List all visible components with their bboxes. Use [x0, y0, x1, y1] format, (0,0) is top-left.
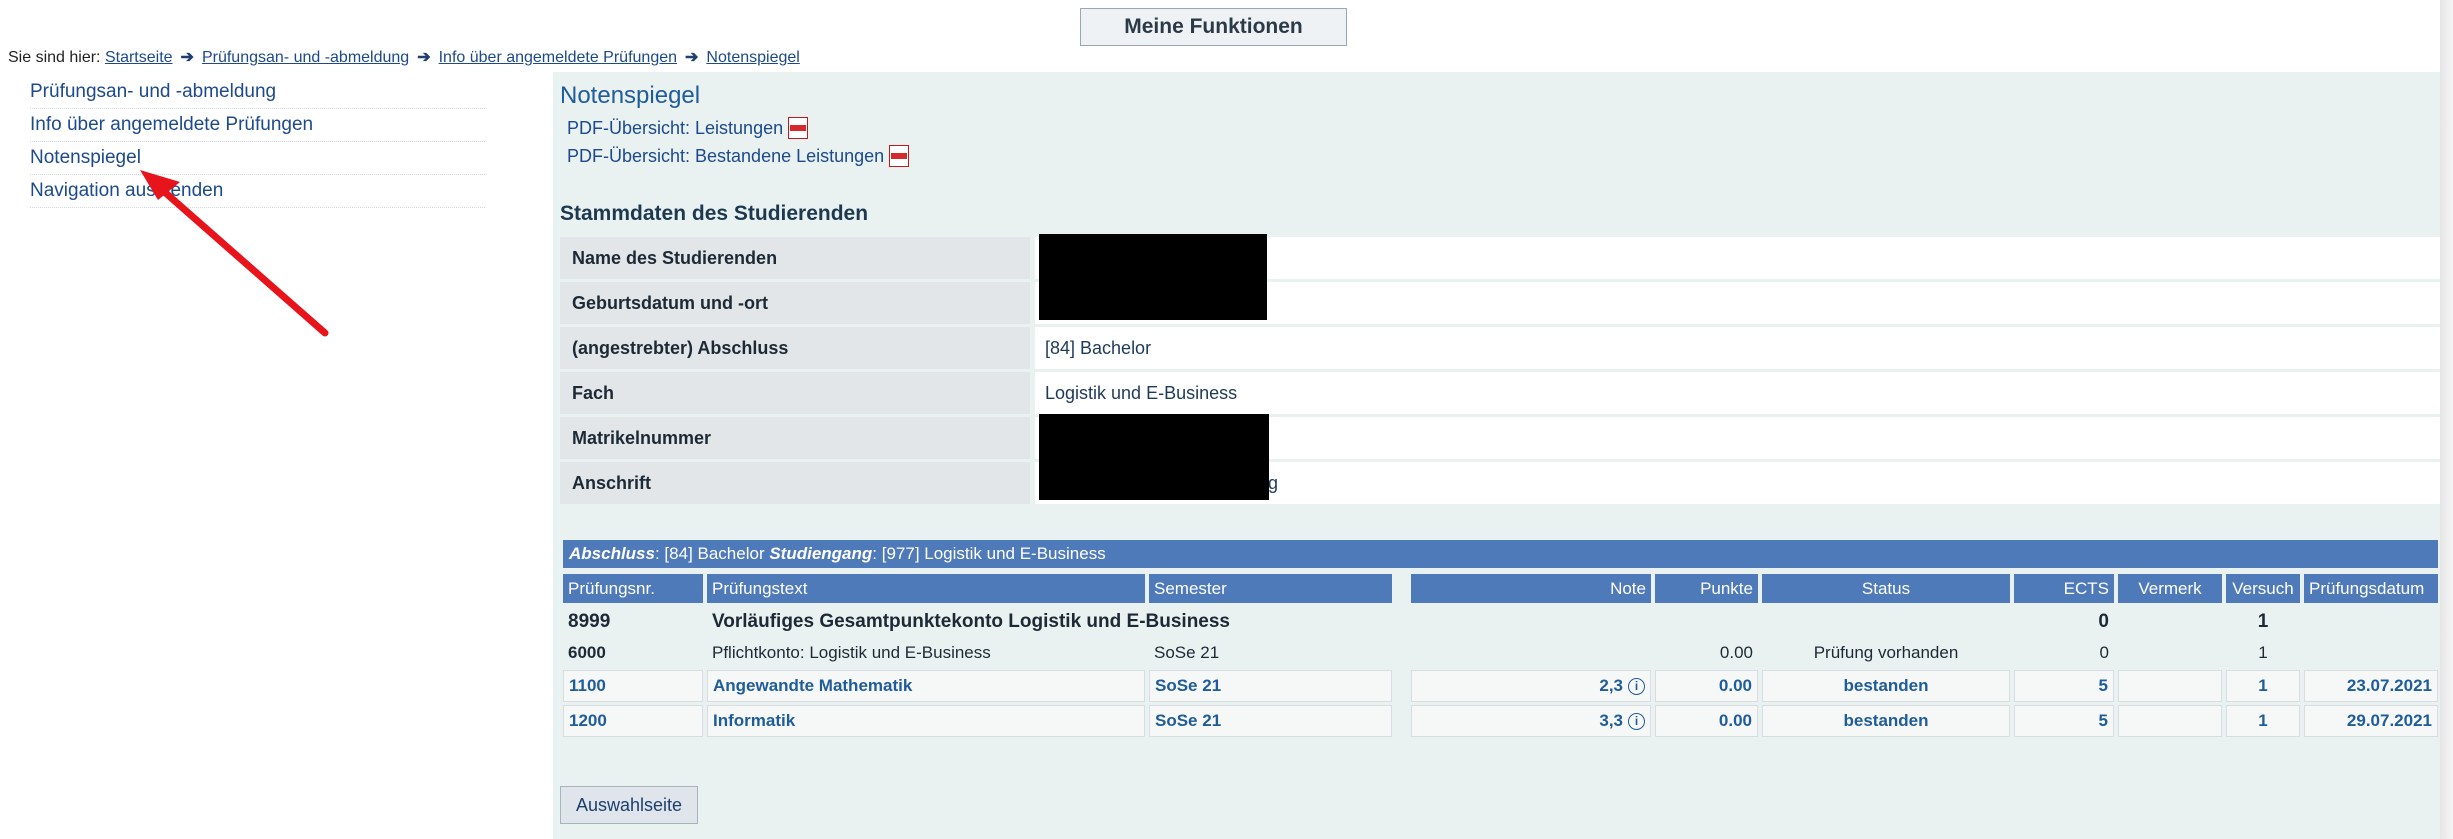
info-icon[interactable]: i: [1628, 713, 1645, 731]
student-data-row: Fach Logistik und E-Business: [560, 372, 2440, 416]
student-data-row: Geburtsdatum und -ort: [560, 282, 2440, 326]
column-header-text[interactable]: Prüfungstext: [707, 574, 1145, 603]
cell-ects: 0: [2098, 611, 2109, 632]
arrow-right-icon: ➔: [180, 49, 194, 66]
redaction-block: [1039, 234, 1267, 320]
window-edge: [2440, 0, 2453, 839]
selection-page-button[interactable]: Auswahlseite: [560, 786, 698, 824]
sidebar: Prüfungsan- und -abmeldung Info über ang…: [0, 72, 550, 839]
cell-ects: 5: [2014, 705, 2114, 737]
cell-punkte: 0.00: [1655, 705, 1758, 737]
cell-punkte: 0.00: [1719, 643, 1753, 662]
info-icon[interactable]: i: [1628, 678, 1645, 696]
cell-datum: 29.07.2021: [2304, 705, 2438, 737]
column-header-ects[interactable]: ECTS: [2014, 574, 2114, 603]
cell-ects: 0: [2099, 643, 2109, 662]
column-header-vermerk[interactable]: Vermerk: [2118, 574, 2222, 603]
cell-nr: 1100: [563, 670, 703, 702]
cell-status: bestanden: [1762, 705, 2010, 737]
column-header-nr[interactable]: Prüfungsnr.: [563, 574, 703, 603]
results-header: Abschluss: [84] Bachelor Studiengang: [9…: [563, 540, 2438, 568]
row-label: Name des Studierenden: [560, 237, 1030, 279]
pdf-link-label: PDF-Übersicht: Leistungen: [567, 117, 784, 138]
row-value: [84] Bachelor: [1035, 327, 2440, 369]
section-title: Stammdaten des Studierenden: [560, 202, 869, 225]
student-data-row: Name des Studierenden: [560, 237, 2440, 281]
my-functions-button[interactable]: Meine Funktionen: [1080, 8, 1347, 46]
abschluss-value: : [84] Bachelor: [654, 544, 770, 563]
cell-nr: 1200: [563, 705, 703, 737]
grade-value: 2,3: [1599, 676, 1623, 695]
cell-text: Vorläufiges Gesamtpunktekonto Logistik u…: [712, 611, 1231, 632]
breadcrumb: Sie sind hier: Startseite ➔ Prüfungsan- un…: [8, 47, 800, 67]
studiengang-value: : [977] Logistik und E-Business: [872, 544, 1106, 563]
abschluss-label: Abschluss: [569, 544, 655, 563]
cell-vermerk: [2118, 705, 2222, 737]
cell-status: bestanden: [1762, 670, 2010, 702]
pdf-link-label: PDF-Übersicht: Bestandene Leistungen: [567, 145, 885, 166]
pdf-icon: [788, 117, 809, 139]
sidebar-item-info[interactable]: Info über angemeldete Prüfungen: [30, 109, 485, 142]
breadcrumb-link-registration[interactable]: Prüfungsan- und -abmeldung: [202, 49, 409, 66]
cell-note: 3,3 i: [1411, 705, 1651, 737]
row-value: Logistik und E-Business: [1035, 372, 2440, 414]
column-header-note[interactable]: Note: [1411, 574, 1651, 603]
cell-punkte: 0.00: [1655, 670, 1758, 702]
column-header-versuch[interactable]: Versuch: [2226, 574, 2300, 603]
column-header-datum[interactable]: Prüfungsdatum: [2304, 574, 2438, 603]
pdf-icon: [889, 145, 910, 167]
pdf-link-leistungen[interactable]: PDF-Übersicht: Leistungen: [567, 117, 809, 139]
cell-status: Prüfung vorhanden: [1813, 643, 1959, 662]
breadcrumb-link-start[interactable]: Startseite: [105, 49, 173, 66]
grade-value: 3,3: [1599, 711, 1623, 730]
sidebar-item-registration[interactable]: Prüfungsan- und -abmeldung: [30, 76, 485, 109]
student-data-row: Anschrift g: [560, 462, 2440, 506]
cell-semester: SoSe 21: [1154, 643, 1220, 662]
main-content: Notenspiegel PDF-Übersicht: Leistungen P…: [553, 72, 2440, 839]
row-label: Matrikelnummer: [560, 417, 1030, 459]
row-label: Fach: [560, 372, 1030, 414]
top-bar: Meine Funktionen Sie sind hier: Startsei…: [0, 0, 2453, 70]
cell-nr: 8999: [568, 611, 611, 632]
column-header-punkte[interactable]: Punkte: [1655, 574, 1758, 603]
cell-semester: SoSe 21: [1149, 670, 1392, 702]
cell-nr: 6000: [568, 643, 606, 662]
page-title: Notenspiegel: [560, 82, 701, 109]
column-header-semester[interactable]: Semester: [1149, 574, 1392, 603]
row-label: Anschrift: [560, 462, 1030, 504]
student-data-row: (angestrebter) Abschluss [84] Bachelor: [560, 327, 2440, 371]
address-visible-fragment: g: [1268, 473, 1279, 493]
cell-text: Informatik: [707, 705, 1145, 737]
cell-versuch: 1: [2257, 611, 2269, 632]
breadcrumb-link-notenspiegel[interactable]: Notenspiegel: [706, 49, 799, 66]
breadcrumb-prefix: Sie sind hier:: [8, 49, 101, 66]
sidebar-item-hide-navigation[interactable]: Navigation ausblenden: [30, 175, 485, 208]
cell-datum: 23.07.2021: [2304, 670, 2438, 702]
column-header-status[interactable]: Status: [1762, 574, 2010, 603]
arrow-right-icon: ➔: [685, 49, 699, 66]
breadcrumb-link-info[interactable]: Info über angemeldete Prüfungen: [439, 49, 677, 66]
sidebar-item-notenspiegel[interactable]: Notenspiegel: [30, 142, 485, 175]
redaction-block: [1039, 414, 1269, 500]
cell-note: 2,3 i: [1411, 670, 1651, 702]
cell-versuch: 1: [2226, 670, 2300, 702]
cell-versuch: 1: [2226, 705, 2300, 737]
cell-versuch: 1: [2258, 643, 2268, 662]
cell-semester: SoSe 21: [1149, 705, 1392, 737]
studiengang-label: Studiengang: [769, 544, 873, 563]
row-label: Geburtsdatum und -ort: [560, 282, 1030, 324]
arrow-right-icon: ➔: [417, 49, 431, 66]
row-label: (angestrebter) Abschluss: [560, 327, 1030, 369]
cell-ects: 5: [2014, 670, 2114, 702]
pdf-link-bestandene[interactable]: PDF-Übersicht: Bestandene Leistungen: [567, 145, 910, 167]
cell-vermerk: [2118, 670, 2222, 702]
cell-text: Pflichtkonto: Logistik und E-Business: [712, 643, 991, 662]
cell-text: Angewandte Mathematik: [707, 670, 1145, 702]
student-data-row: Matrikelnummer: [560, 417, 2440, 461]
